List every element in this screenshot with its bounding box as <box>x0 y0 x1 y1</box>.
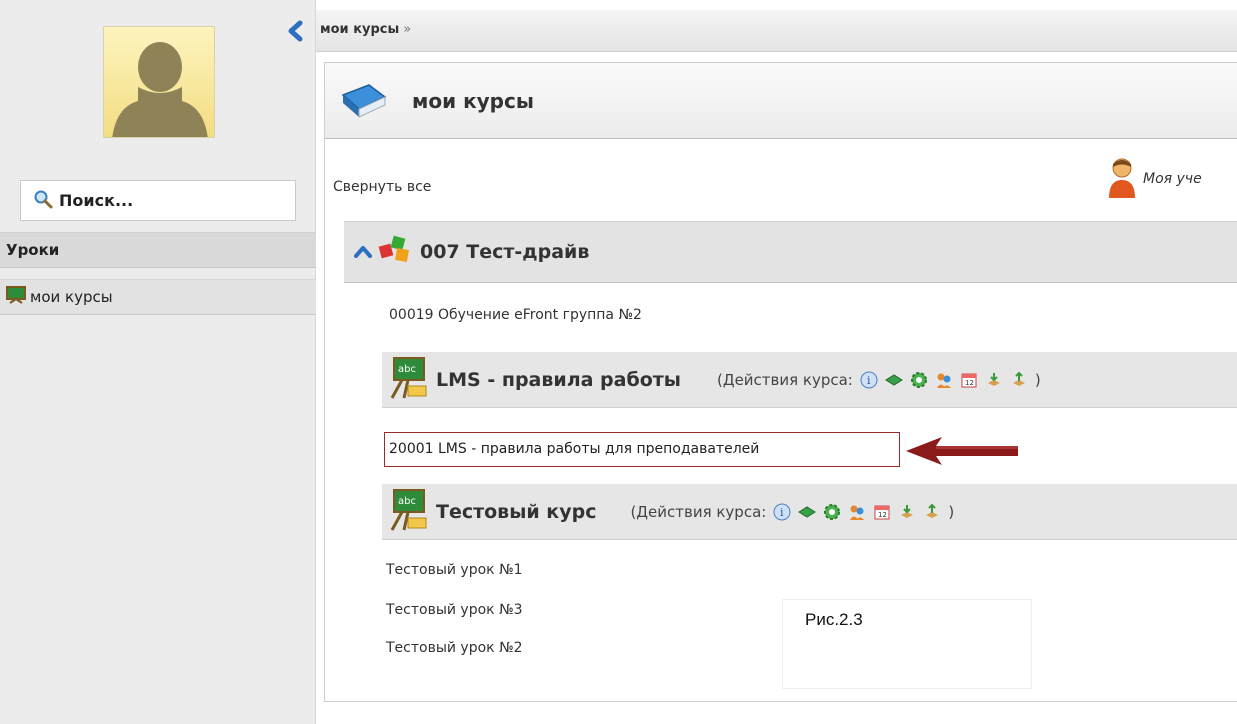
lessons-heading: Уроки <box>0 232 316 268</box>
breadcrumb-separator: » <box>403 22 412 37</box>
lesson-item[interactable]: Тестовый урок №2 <box>386 640 523 656</box>
export-icon[interactable] <box>923 503 941 521</box>
user-icon <box>1107 156 1137 202</box>
info-icon[interactable]: i <box>860 371 878 389</box>
course-actions: (Действия курса: i 12 ) <box>630 503 954 521</box>
svg-text:12: 12 <box>878 511 887 519</box>
svg-text:i: i <box>867 374 871 387</box>
book-green-icon[interactable] <box>798 503 817 521</box>
app-root: Уроки мои курсы мои курсы » мои курсы Све… <box>0 0 1237 724</box>
lesson-item[interactable]: Тестовый урок №3 <box>386 602 523 618</box>
page-title: мои курсы <box>412 89 534 113</box>
red-arrow-pointer <box>902 434 1022 472</box>
course-actions-label: (Действия курса: <box>717 370 853 389</box>
svg-text:i: i <box>780 506 784 519</box>
book-icon <box>339 81 389 125</box>
course-title[interactable]: LMS - правила работы <box>436 369 681 391</box>
abc-board-icon: abc <box>388 356 430 404</box>
lesson-item[interactable]: Тестовый урок №1 <box>386 562 523 578</box>
my-account-label: Моя уче <box>1143 171 1202 187</box>
svg-text:abc: abc <box>398 364 416 375</box>
search-icon <box>33 189 53 213</box>
abc-board-icon: abc <box>388 488 430 536</box>
breadcrumb-link[interactable]: мои курсы <box>320 22 399 37</box>
figure-caption-box: Рис.2.3 <box>782 599 1032 689</box>
users-icon[interactable] <box>935 371 953 389</box>
search-input[interactable] <box>59 191 279 210</box>
search-box[interactable] <box>20 180 296 221</box>
course-actions-close: ) <box>948 502 955 521</box>
collapse-group-chevron-up-icon[interactable] <box>354 243 372 262</box>
chalkboard-icon <box>6 286 26 308</box>
users-icon[interactable] <box>848 503 866 521</box>
group-subtitle[interactable]: 00019 Обучение eFront группа №2 <box>389 307 642 323</box>
highlighted-lesson[interactable]: 20001 LMS - правила работы для преподава… <box>384 432 900 467</box>
sidebar-item-label: мои курсы <box>30 288 113 306</box>
my-account-link[interactable]: Моя уче <box>1107 156 1202 202</box>
avatar[interactable] <box>103 26 215 138</box>
course-actions-label: (Действия курса: <box>630 502 767 521</box>
figure-caption: Рис.2.3 <box>805 610 863 629</box>
calendar-icon[interactable]: 12 <box>873 503 891 521</box>
import-icon[interactable] <box>985 371 1003 389</box>
collapse-sidebar-chevron-icon[interactable] <box>285 20 307 42</box>
svg-text:12: 12 <box>965 379 974 387</box>
svg-text:abc: abc <box>398 496 416 507</box>
course-header: abc Тестовый курс (Действия курса: i 12 … <box>382 484 1237 540</box>
sidebar: Уроки мои курсы <box>0 0 316 724</box>
course-header: abc LMS - правила работы (Действия курса… <box>382 352 1237 408</box>
calendar-icon[interactable]: 12 <box>960 371 978 389</box>
user-silhouette-icon <box>112 42 208 137</box>
course-actions: (Действия курса: i 12 ) <box>717 371 1041 389</box>
cubes-icon <box>378 235 412 269</box>
course-actions-close: ) <box>1034 370 1041 389</box>
group-header: 007 Тест-драйв <box>344 221 1237 283</box>
main-panel: мои курсы Свернуть все Моя уче 007 Тест-… <box>324 62 1237 702</box>
course-title[interactable]: Тестовый курс <box>436 501 596 523</box>
collapse-all-link[interactable]: Свернуть все <box>333 179 431 195</box>
group-title[interactable]: 007 Тест-драйв <box>420 241 589 263</box>
export-icon[interactable] <box>1010 371 1028 389</box>
book-green-icon[interactable] <box>884 371 903 389</box>
info-icon[interactable]: i <box>773 503 791 521</box>
panel-header: мои курсы <box>325 63 1237 139</box>
import-icon[interactable] <box>898 503 916 521</box>
settings-gear-icon[interactable] <box>823 503 841 521</box>
settings-gear-icon[interactable] <box>910 371 928 389</box>
sidebar-item-my-courses[interactable]: мои курсы <box>0 279 316 315</box>
breadcrumb: мои курсы » <box>316 10 1237 52</box>
